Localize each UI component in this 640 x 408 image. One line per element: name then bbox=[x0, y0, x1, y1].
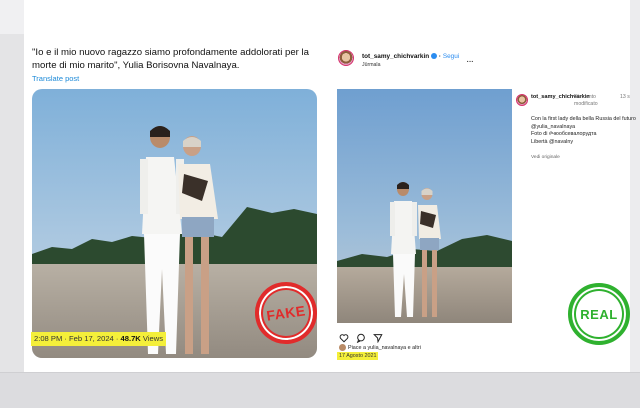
tweet-views-label: Views bbox=[140, 334, 164, 343]
instagram-header: tot_samy_chichvarkin · Segui Jūrmala ··· bbox=[338, 50, 538, 72]
post-date: 17 Agosto 2021 bbox=[337, 352, 379, 360]
tweet-meta: 2:08 PM · Feb 17, 2024 · 48.7K Views bbox=[31, 332, 167, 346]
see-original-link[interactable]: Vedi originale bbox=[531, 155, 560, 160]
bottom-bar bbox=[0, 372, 640, 408]
follow-button[interactable]: Segui bbox=[443, 53, 459, 60]
likes-text[interactable]: Piace a yulia_navalnaya e altri bbox=[339, 344, 421, 351]
beach-photo-real bbox=[337, 89, 512, 323]
caption-time: 13 s bbox=[620, 94, 630, 100]
instagram-username[interactable]: tot_samy_chichvarkin · Segui bbox=[362, 53, 459, 60]
instagram-photo[interactable] bbox=[337, 89, 512, 323]
instagram-username-text[interactable]: tot_samy_chichvarkin bbox=[362, 53, 429, 60]
scroll-edge bbox=[630, 0, 640, 372]
tweet-text: "Io e il mio nuovo ragazzo siamo profond… bbox=[32, 47, 309, 71]
avatar[interactable] bbox=[338, 50, 354, 66]
caption-username[interactable]: tot_samy_chichvarkin bbox=[531, 94, 590, 101]
tweet-timestamp[interactable]: 2:08 PM · Feb 17, 2024 · bbox=[34, 334, 121, 343]
edited-tag: Elemento modificato bbox=[574, 94, 598, 107]
real-stamp: REAL bbox=[568, 283, 630, 345]
avatar bbox=[339, 344, 346, 351]
instagram-actions bbox=[339, 330, 399, 344]
verified-icon bbox=[431, 53, 438, 60]
more-options-icon[interactable]: ··· bbox=[466, 56, 474, 67]
real-stamp-label: REAL bbox=[580, 306, 618, 322]
avatar[interactable] bbox=[516, 94, 528, 106]
caption-text: Con la first lady della bella Russia del… bbox=[531, 116, 636, 145]
translate-post-link[interactable]: Translate post bbox=[32, 74, 79, 83]
tweet-views-count: 48.7K bbox=[120, 334, 141, 343]
likes-label[interactable]: Piace a yulia_navalnaya e altri bbox=[348, 345, 421, 351]
fake-stamp-label: FAKE bbox=[265, 302, 307, 324]
instagram-location[interactable]: Jūrmala bbox=[362, 62, 380, 68]
